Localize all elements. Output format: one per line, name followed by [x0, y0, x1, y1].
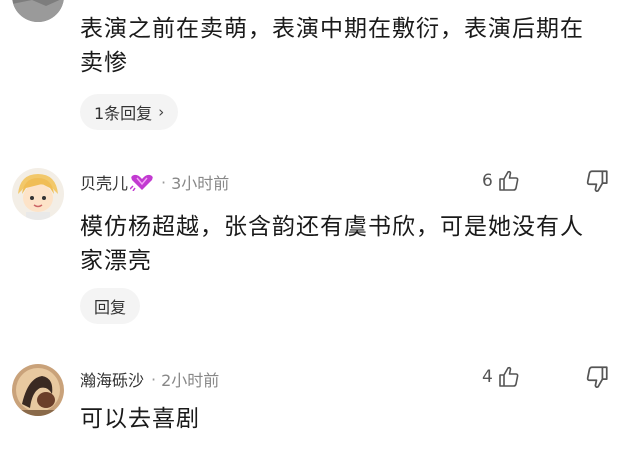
timestamp: 2小时前 — [161, 371, 220, 390]
like-count: 6 — [482, 171, 493, 191]
comment-line: 模仿杨超越，张含韵还有虞书欣，可是她没有人 — [80, 214, 584, 240]
thumbs-up-icon — [499, 366, 519, 387]
timestamp: 3小时前 — [171, 174, 230, 193]
comment-meta: 贝壳儿 · 3小时前 — [80, 170, 229, 194]
like-button[interactable]: 6 — [482, 169, 521, 193]
view-replies-button[interactable]: 1条回复 › — [80, 94, 179, 130]
comment-line: 表演之前在卖萌，表演中期在敷衍，表演后期在 — [80, 16, 584, 42]
username[interactable]: 瀚海砾沙 — [80, 367, 144, 391]
thumbs-down-icon — [586, 170, 608, 192]
avatar[interactable] — [12, 168, 64, 220]
chevron-right-icon: › — [158, 103, 165, 121]
dislike-button[interactable] — [584, 364, 610, 390]
comment-meta: 瀚海砾沙 · 2小时前 — [80, 367, 219, 391]
reply-count-label: 1条回复 — [94, 104, 153, 123]
like-button[interactable]: 4 — [482, 365, 521, 389]
meta-separator: · — [151, 369, 157, 389]
comment-text: 模仿杨超越，张含韵还有虞书欣，可是她没有人 家漂亮 — [80, 210, 630, 278]
reply-label: 回复 — [94, 298, 127, 317]
comment-line: 可以去喜剧 — [80, 406, 200, 432]
heart-gem-icon — [130, 174, 153, 191]
dislike-button[interactable] — [584, 168, 610, 194]
comment-line: 家漂亮 — [80, 248, 152, 274]
comment-line: 卖惨 — [80, 50, 128, 76]
comment-text: 表演之前在卖萌，表演中期在敷衍，表演后期在 卖惨 — [80, 12, 630, 80]
username[interactable]: 贝壳儿 — [80, 170, 128, 194]
thumbs-down-icon — [586, 366, 608, 388]
reply-button[interactable]: 回复 — [80, 288, 141, 324]
meta-separator: · — [161, 172, 167, 192]
comment-text: 可以去喜剧 — [80, 402, 630, 436]
like-count: 4 — [482, 367, 493, 387]
avatar[interactable] — [12, 364, 64, 416]
thumbs-up-icon — [499, 170, 519, 191]
avatar[interactable] — [12, 0, 64, 22]
